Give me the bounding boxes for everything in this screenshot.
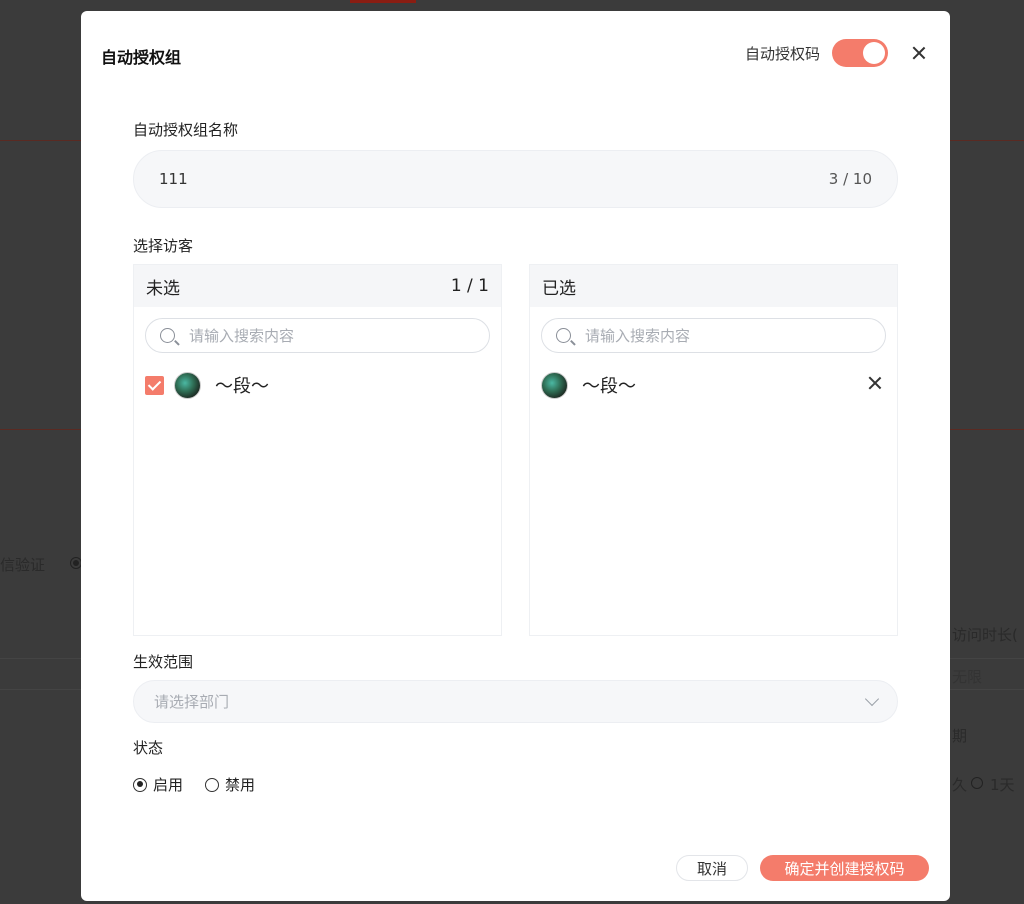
search-icon — [160, 328, 175, 343]
unselected-panel-header: 未选 1 / 1 — [134, 265, 501, 307]
department-select-placeholder: 请选择部门 — [154, 693, 230, 711]
avatar — [174, 371, 201, 399]
status-radio-group: 启用 禁用 — [133, 774, 277, 795]
remove-icon[interactable] — [867, 375, 883, 391]
selected-panel-title: 已选 — [542, 278, 576, 299]
selected-search-box — [541, 318, 886, 353]
search-icon — [556, 328, 571, 343]
radio-checked-icon — [133, 777, 147, 792]
avatar — [541, 371, 568, 399]
status-label: 状态 — [133, 739, 164, 757]
unselected-search-input[interactable] — [189, 326, 475, 345]
group-name-label: 自动授权组名称 — [133, 121, 239, 139]
selected-panel-header: 已选 — [530, 265, 897, 307]
confirm-create-button[interactable]: 确定并创建授权码 — [760, 855, 929, 881]
auto-auth-code-toggle[interactable] — [832, 39, 888, 67]
background-unlimited: 无限 — [952, 668, 983, 686]
dialog-title: 自动授权组 — [101, 48, 182, 67]
background-period-label: 期 — [952, 727, 968, 745]
select-visitors-label: 选择访客 — [133, 237, 194, 255]
unselected-visitors-panel: 未选 1 / 1 ～段～ — [133, 264, 502, 636]
background-option-forever: 久 — [952, 776, 968, 794]
dialog-footer: 取消 确定并创建授权码 — [676, 855, 929, 881]
auto-auth-group-dialog: 自动授权组 自动授权码 自动授权组名称 3 / 10 选择访客 未选 1 / 1… — [81, 11, 950, 901]
group-name-input[interactable] — [159, 170, 829, 188]
close-icon[interactable] — [910, 44, 928, 62]
list-item: ～段～ — [530, 363, 897, 407]
visitor-checkbox[interactable] — [145, 375, 164, 395]
background-radio — [971, 777, 983, 789]
status-enabled-radio[interactable]: 启用 — [133, 774, 183, 795]
unselected-panel-title: 未选 — [146, 278, 180, 299]
visitor-name: ～段～ — [582, 376, 636, 397]
department-select[interactable]: 请选择部门 — [133, 680, 898, 723]
status-enabled-label: 启用 — [153, 776, 184, 794]
status-disabled-label: 禁用 — [225, 776, 256, 794]
selected-visitors-panel: 已选 ～段～ — [529, 264, 898, 636]
background-tab-indicator — [350, 0, 416, 3]
group-name-counter: 3 / 10 — [828, 170, 872, 188]
scope-label: 生效范围 — [133, 653, 194, 671]
unselected-panel-count: 1 / 1 — [450, 276, 489, 296]
background-duration-label: 访问时长( — [952, 626, 1018, 644]
chevron-down-icon — [864, 691, 880, 706]
background-option-1day: 1天 — [990, 776, 1015, 794]
background-verify-text: 信验证 — [0, 556, 46, 574]
list-item[interactable]: ～段～ — [134, 363, 501, 407]
visitor-name: ～段～ — [215, 376, 269, 397]
dialog-header-actions: 自动授权码 — [745, 39, 928, 67]
group-name-field: 3 / 10 — [133, 150, 898, 208]
status-disabled-radio[interactable]: 禁用 — [205, 774, 255, 795]
cancel-button[interactable]: 取消 — [676, 855, 748, 881]
unselected-search-box — [145, 318, 490, 353]
radio-unchecked-icon — [205, 777, 220, 792]
auto-auth-code-label: 自动授权码 — [744, 44, 820, 63]
selected-search-input[interactable] — [585, 326, 871, 345]
background-field — [0, 658, 81, 690]
toggle-knob — [863, 42, 885, 64]
